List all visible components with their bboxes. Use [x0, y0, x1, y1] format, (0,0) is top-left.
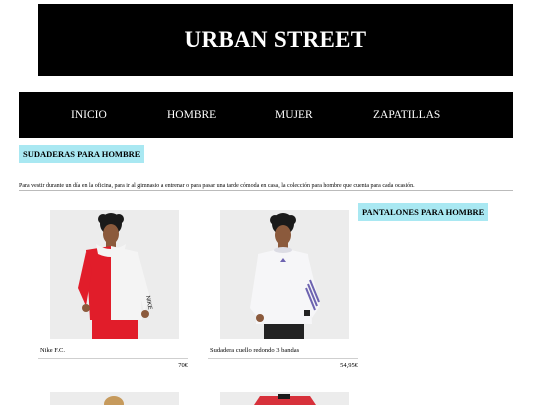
product-image-hoodie[interactable]: NIKE — [50, 210, 179, 339]
product-photo-partial — [220, 392, 349, 405]
white-sweatshirt-photo — [220, 210, 349, 339]
product-price: 54,95€ — [340, 362, 358, 369]
divider — [19, 190, 513, 191]
product-photo-partial — [50, 392, 179, 405]
nav-item-hombre[interactable]: HOMBRE — [167, 92, 216, 138]
product-divider — [208, 358, 358, 359]
product-divider — [38, 358, 188, 359]
nav-item-zapatillas[interactable]: ZAPATILLAS — [373, 92, 440, 138]
product-name[interactable]: Sudadera cuello redondo 3 bandas — [210, 347, 299, 354]
product-image-sweatshirt[interactable] — [220, 210, 349, 339]
section-title-sudaderas: SUDADERAS PARA HOMBRE — [19, 145, 145, 163]
red-white-hoodie-photo: NIKE — [50, 210, 179, 339]
product-image-peek[interactable] — [50, 392, 179, 405]
section-title-pantalones[interactable]: PANTALONES PARA HOMBRE — [358, 203, 489, 221]
site-logo-title[interactable]: URBAN STREET — [185, 27, 367, 53]
site-header: URBAN STREET — [38, 4, 513, 76]
main-nav: INICIO HOMBRE MUJER ZAPATILLAS — [19, 92, 513, 138]
nav-item-inicio[interactable]: INICIO — [71, 92, 107, 138]
product-name[interactable]: Nike F.C. — [40, 347, 65, 354]
page: URBAN STREET INICIO HOMBRE MUJER ZAPATIL… — [0, 0, 540, 405]
nav-item-mujer[interactable]: MUJER — [275, 92, 313, 138]
section-intro-text: Para vestir durante un día en la oficina… — [19, 183, 415, 189]
product-price: 70€ — [178, 362, 188, 369]
product-image-peek[interactable] — [220, 392, 349, 405]
